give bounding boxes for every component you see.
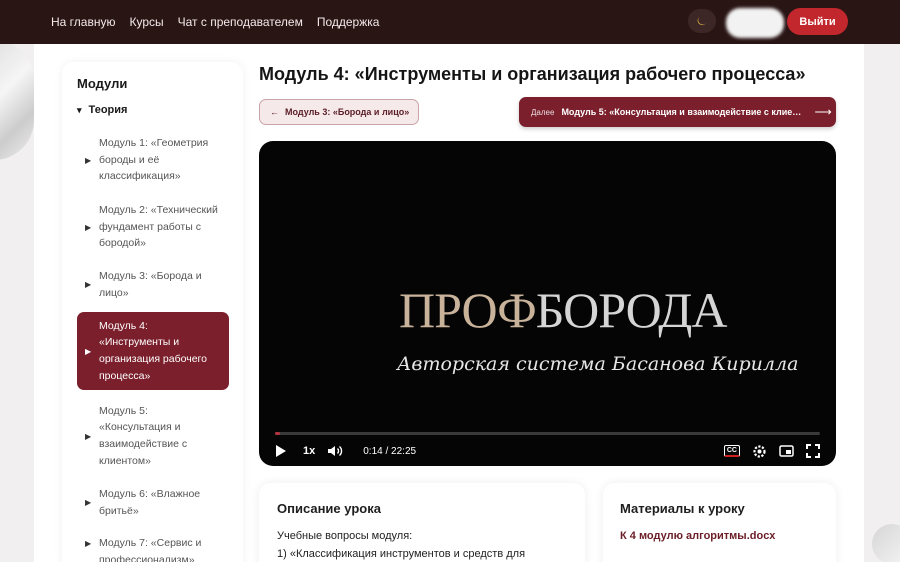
nav-chat-link[interactable]: Чат с преподавателем	[178, 15, 303, 29]
brand-part-1: ПРОФ	[399, 282, 537, 338]
sidebar-item-module-5[interactable]: ▶ Модуль 5: «Консультация и взаимодейств…	[77, 402, 229, 470]
arrow-right-icon: ⟶	[814, 105, 832, 119]
sidebar-item-label: Модуль 7: «Сервис и профессионализм»	[99, 537, 202, 562]
play-triangle-icon: ▶	[85, 431, 92, 441]
video-controls: 1x 0:14 / 22:25 CC	[275, 441, 820, 461]
arrow-left-icon: ←	[270, 107, 279, 117]
play-triangle-icon: ▶	[85, 498, 92, 507]
next-module-button[interactable]: Далее Модуль 5: «Консультация и взаимоде…	[519, 97, 836, 127]
background-decor	[0, 40, 34, 160]
user-avatar[interactable]	[726, 8, 784, 38]
nav-courses-link[interactable]: Курсы	[129, 15, 163, 29]
sidebar-item-module-1[interactable]: ▶ Модуль 1: «Геометрия бороды и её класс…	[77, 134, 229, 186]
play-triangle-icon: ▶	[85, 222, 92, 232]
sidebar-group-theory[interactable]: ▾ Теория	[77, 104, 127, 116]
playback-speed-button[interactable]: 1x	[303, 445, 315, 457]
material-file-link[interactable]: К 4 модулю алгоритмы.docx	[620, 530, 775, 542]
brand-part-2: БОРОДА	[535, 282, 728, 338]
next-prefix-label: Далее	[531, 107, 555, 117]
sidebar-item-module-2[interactable]: ▶ Модуль 2: «Технический фундамент работ…	[77, 201, 229, 253]
play-icon	[276, 445, 286, 457]
sidebar-item-module-7[interactable]: ▶ Модуль 7: «Сервис и профессионализм»	[77, 535, 229, 562]
sidebar-item-module-3[interactable]: ▶ Модуль 3: «Борода и лицо»	[77, 267, 229, 302]
description-line: Учебные вопросы модуля:	[277, 530, 413, 542]
video-time: 0:14 / 22:25	[363, 445, 417, 457]
video-progress-bar[interactable]	[275, 432, 820, 435]
nav-support-link[interactable]: Поддержка	[317, 15, 380, 29]
logout-button[interactable]: Выйти	[787, 8, 848, 35]
theme-toggle-button[interactable]	[688, 9, 716, 33]
settings-icon[interactable]	[752, 444, 767, 459]
main-nav: На главную Курсы Чат с преподавателем По…	[51, 15, 379, 29]
moon-icon	[697, 16, 707, 26]
video-right-controls: CC	[723, 444, 820, 459]
fullscreen-icon[interactable]	[806, 444, 820, 458]
play-triangle-icon: ▶	[85, 539, 92, 548]
video-tagline: Авторская система Басанова Кирилла	[397, 353, 799, 375]
sidebar-item-label: Модуль 6: «Влажное бритьё»	[99, 487, 201, 517]
video-progress-fill	[275, 432, 281, 435]
sidebar-item-label: Модуль 5: «Консультация и взаимодействие…	[99, 404, 188, 467]
chevron-down-icon: ▾	[77, 104, 82, 115]
volume-button[interactable]	[327, 444, 343, 458]
prev-module-label: Модуль 3: «Борода и лицо»	[285, 107, 410, 117]
sidebar-item-label: Модуль 2: «Технический фундамент работы …	[99, 203, 218, 250]
play-triangle-icon: ▶	[85, 155, 92, 165]
description-line: 1) «Классификация инструментов и средств…	[277, 548, 526, 560]
captions-button[interactable]: CC	[723, 445, 740, 457]
modules-sidebar: Модули ▾ Теория ▶ Модуль 1: «Геометрия б…	[62, 62, 243, 562]
miniplayer-icon[interactable]	[779, 445, 794, 457]
play-button[interactable]	[275, 444, 287, 458]
background-decor-right	[872, 524, 900, 562]
prev-module-button[interactable]: ← Модуль 3: «Борода и лицо»	[259, 99, 419, 125]
nav-home-link[interactable]: На главную	[51, 15, 115, 29]
materials-title: Материалы к уроку	[620, 501, 745, 516]
play-triangle-icon: ▶	[85, 346, 92, 356]
sidebar-item-module-6[interactable]: ▶ Модуль 6: «Влажное бритьё»	[77, 485, 229, 520]
next-module-label: Модуль 5: «Консультация и взаимодействие…	[561, 107, 805, 117]
play-triangle-icon: ▶	[85, 280, 92, 289]
sidebar-item-label: Модуль 4: «Инструменты и организация раб…	[99, 319, 207, 382]
sidebar-item-module-4[interactable]: ▶ Модуль 4: «Инструменты и организация р…	[77, 312, 229, 390]
sidebar-group-label: Теория	[88, 104, 128, 116]
top-navbar: На главную Курсы Чат с преподавателем По…	[0, 0, 900, 44]
sidebar-item-label: Модуль 3: «Борода и лицо»	[99, 269, 202, 299]
sidebar-title: Модули	[77, 76, 128, 91]
lesson-materials-card: Материалы к уроку К 4 модулю алгоритмы.d…	[603, 483, 836, 562]
description-title: Описание урока	[277, 501, 381, 516]
volume-icon	[328, 445, 343, 457]
video-brand-logo: ПРОФБОРОДА	[399, 281, 728, 339]
video-player[interactable]: ПРОФБОРОДА Авторская система Басанова Ки…	[259, 141, 836, 466]
page-title: Модуль 4: «Инструменты и организация раб…	[259, 64, 806, 84]
sidebar-item-label: Модуль 1: «Геометрия бороды и её классиф…	[99, 136, 209, 183]
lesson-description-card: Описание урока Учебные вопросы модуля: 1…	[259, 483, 585, 562]
